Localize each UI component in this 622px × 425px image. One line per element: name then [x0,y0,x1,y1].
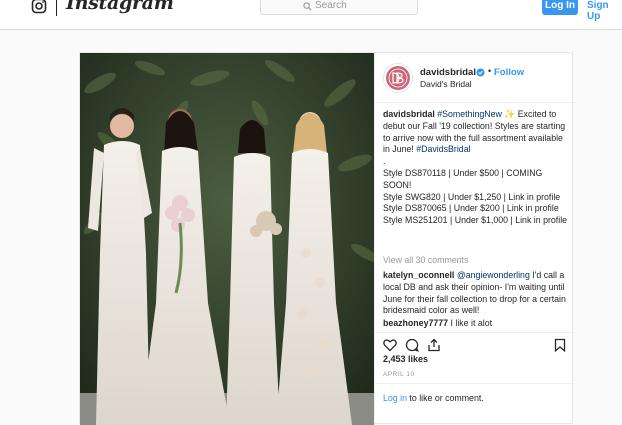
comment-username[interactable]: beazhoney7777 [383,318,448,328]
top-navigation-bar: Instagram Search Log In Sign Up [0,0,622,30]
caption-username[interactable]: davidsbridal [383,109,435,119]
search-icon [303,2,312,11]
share-icon[interactable] [427,338,441,352]
post-username[interactable]: davidsbridal [420,67,476,78]
mention-link[interactable]: @angiewonderling [457,270,530,280]
follow-button[interactable]: Follow [494,67,524,78]
avatar[interactable] [383,63,413,93]
post-actions [375,332,575,356]
caption-line: Style SWG820 | Under $1,250 | Link in pr… [383,191,561,202]
post-photo-image [80,53,374,425]
instagram-wordmark[interactable]: Instagram [66,0,174,14]
login-prompt: Log in to like or comment. [375,383,575,425]
post-sidebar: davidsbridal • Follow David's Bridal dav… [374,53,575,425]
caption-line: Style DS870118 | Under $500 | COMING SOO… [383,167,543,190]
comment-item: katelyn_oconnell @angiewonderling I'd ca… [383,270,569,317]
hashtag-link[interactable]: #DavidsBridal [416,144,470,154]
post-date: APRIL 10 [383,371,415,378]
caption-line: . [383,156,386,167]
post-caption: davidsbridal #SomethingNew ✨ Excited to … [383,109,569,227]
login-button[interactable]: Log In [542,0,578,15]
comment-icon[interactable] [405,338,419,352]
heart-icon[interactable] [383,338,397,352]
signup-link[interactable]: Sign Up [587,0,622,22]
caption-line: Style MS251201 | Under $1,000 | Link in … [383,215,568,226]
sparkle-emoji: ✨ [504,109,516,119]
login-link[interactable]: Log in [383,393,407,403]
search-box[interactable]: Search [260,0,418,15]
comment-item: beazhoney7777 I like it alot [383,318,569,330]
instagram-glyph-icon[interactable] [31,0,47,14]
bookmark-icon[interactable] [553,338,567,352]
login-prompt-text: to like or comment. [406,393,484,403]
account-full-name: David's Bridal [420,79,472,89]
logo-divider [56,0,57,16]
post-header: davidsbridal • Follow David's Bridal [375,53,575,103]
comment-username[interactable]: katelyn_oconnell [383,270,454,280]
caption-line: Style DS870065 | Under $200 | Link in pr… [383,203,559,214]
davids-bridal-logo-icon [386,66,410,90]
post-photo[interactable] [80,53,374,425]
likes-count[interactable]: 2,453 likes [383,354,428,364]
view-all-comments-link[interactable]: View all 30 comments [383,255,468,265]
search-placeholder: Search [315,0,347,11]
comment-text: I like it alot [448,318,493,328]
verified-badge-icon [476,68,485,77]
separator-dot: • [488,66,492,76]
post-card: davidsbridal • Follow David's Bridal dav… [79,52,575,425]
hashtag-link[interactable]: #SomethingNew [437,109,502,119]
